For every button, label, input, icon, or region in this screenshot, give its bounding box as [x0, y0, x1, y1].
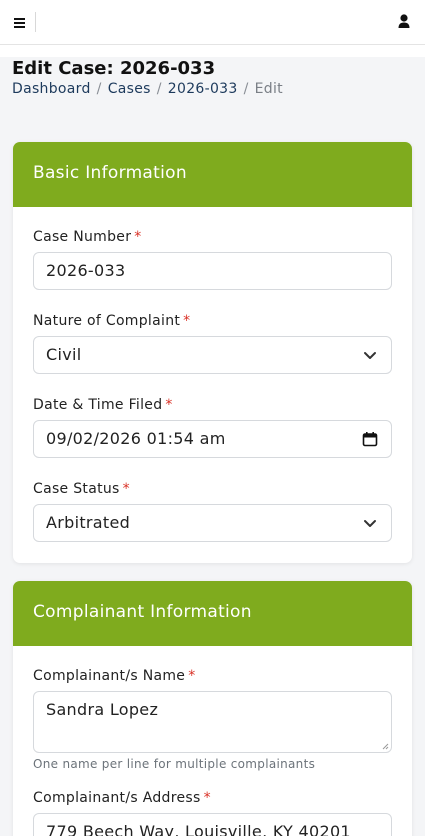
page-title: Edit Case: 2026-033: [12, 58, 216, 79]
date-filed-group: Date & Time Filed * 09/02/2026 01:54 am: [33, 395, 392, 458]
date-filed-input[interactable]: 09/02/2026 01:54 am: [33, 420, 392, 458]
hamburger-menu-button[interactable]: [10, 13, 32, 33]
case-status-group: Case Status * Arbitrated: [33, 479, 392, 542]
required-mark: *: [165, 397, 173, 413]
chevron-down-icon: [364, 520, 376, 527]
navbar-divider: [35, 12, 36, 32]
chevron-down-icon: [364, 352, 376, 359]
breadcrumb-separator: /: [156, 81, 162, 97]
nature-select[interactable]: Civil: [33, 336, 392, 374]
breadcrumb-separator: /: [96, 81, 102, 97]
complainant-address-textarea[interactable]: 779 Beech Way, Louisville, KY 40201: [33, 813, 392, 836]
case-number-input[interactable]: 2026-033: [33, 252, 392, 290]
nature-group: Nature of Complaint * Civil: [33, 311, 392, 374]
required-mark: *: [188, 668, 196, 684]
complainant-name-help: One name per line for multiple complaina…: [33, 757, 316, 771]
top-navbar: [0, 0, 425, 45]
breadcrumb: Dashboard / Cases / 2026-033 / Edit: [12, 81, 283, 97]
required-mark: *: [134, 229, 142, 245]
calendar-icon[interactable]: [362, 431, 378, 447]
required-mark: *: [122, 481, 130, 497]
user-icon: [398, 14, 410, 28]
basic-information-card: Basic Information Case Number * 2026-033 …: [13, 142, 412, 563]
case-number-group: Case Number * 2026-033: [33, 227, 392, 290]
card-title: Basic Information: [13, 142, 412, 207]
date-filed-value: 09/02/2026 01:54 am: [46, 429, 226, 448]
nature-select-value: Civil: [46, 345, 82, 364]
breadcrumb-cases[interactable]: Cases: [108, 81, 151, 97]
breadcrumb-case[interactable]: 2026-033: [168, 81, 238, 97]
required-mark: *: [203, 790, 211, 806]
date-filed-label: Date & Time Filed *: [33, 397, 173, 413]
navbar-spacer: [0, 45, 425, 57]
complainant-name-textarea[interactable]: Sandra Lopez: [33, 691, 392, 753]
case-status-label: Case Status *: [33, 481, 130, 497]
complainant-address-label: Complainant/s Address *: [33, 790, 211, 806]
case-status-value: Arbitrated: [46, 513, 131, 532]
required-mark: *: [183, 313, 191, 329]
complainant-information-card: Complainant Information Complainant/s Na…: [13, 581, 412, 836]
complainant-name-value: Sandra Lopez: [46, 700, 159, 719]
user-menu-button[interactable]: [395, 12, 413, 32]
case-number-label: Case Number *: [33, 229, 142, 245]
complainant-name-label: Complainant/s Name *: [33, 668, 196, 684]
resize-grip-icon[interactable]: [382, 743, 389, 750]
complainant-name-group: Complainant/s Name * Sandra Lopez One nam…: [33, 666, 392, 771]
complainant-address-group: Complainant/s Address * 779 Beech Way, Lo…: [33, 788, 392, 836]
nature-label: Nature of Complaint *: [33, 313, 191, 329]
breadcrumb-current: Edit: [254, 81, 283, 97]
breadcrumb-separator: /: [243, 81, 249, 97]
card-title: Complainant Information: [13, 581, 412, 646]
case-status-select[interactable]: Arbitrated: [33, 504, 392, 542]
breadcrumb-dashboard[interactable]: Dashboard: [12, 81, 91, 97]
